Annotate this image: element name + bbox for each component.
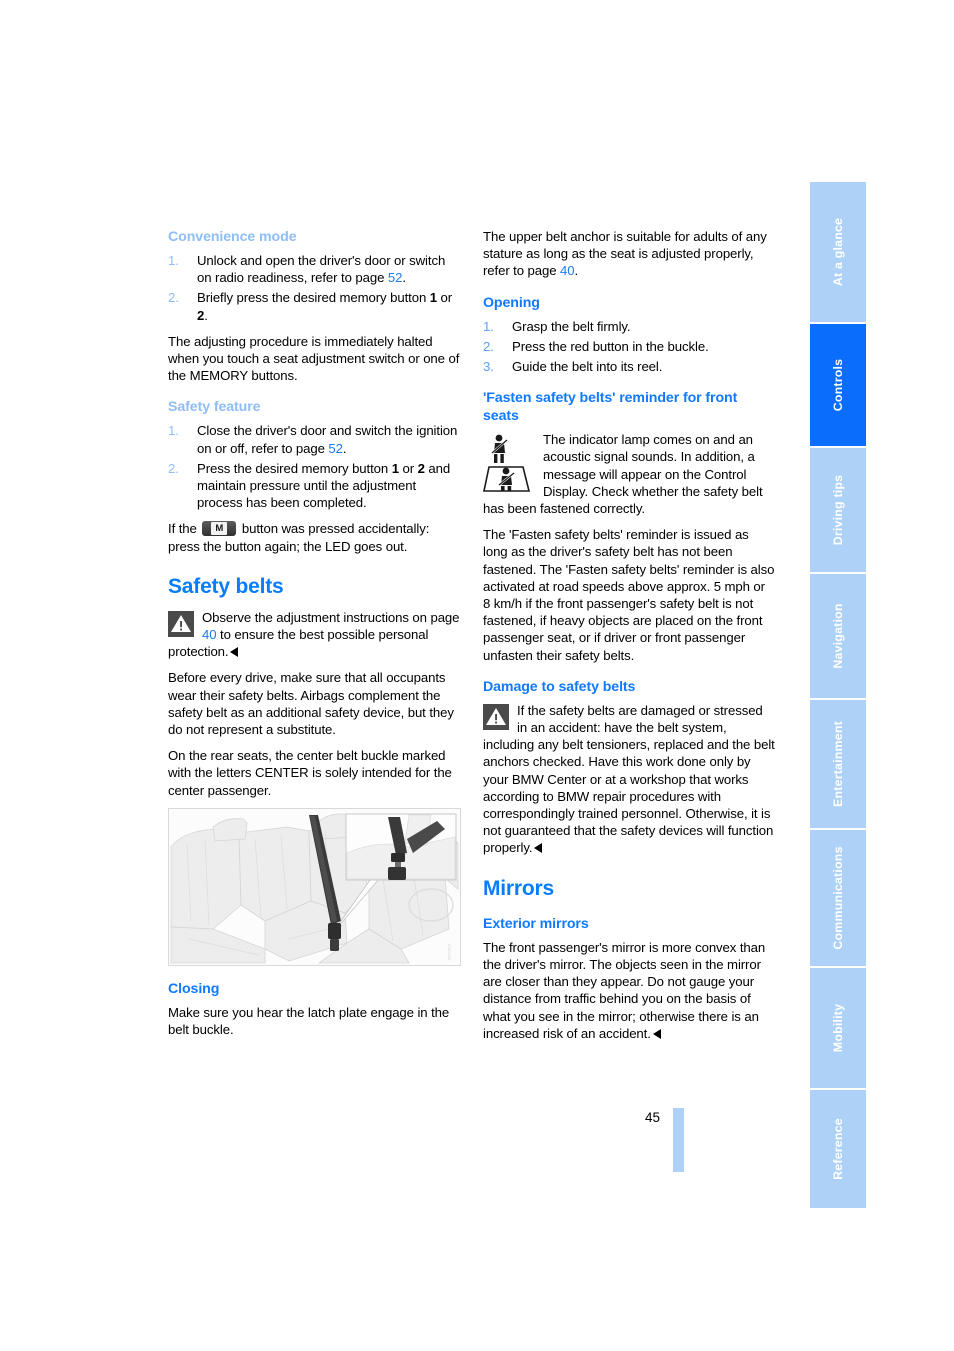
tab-label: Entertainment bbox=[831, 721, 845, 807]
tab-label: At a glance bbox=[831, 217, 845, 287]
heading-opening: Opening bbox=[483, 294, 540, 311]
safety-belts-warning: Observe the adjustment instructions on p… bbox=[168, 609, 460, 661]
damage-warning: If the safety belts are damaged or stres… bbox=[483, 702, 775, 857]
list-item: 2. Press the red button in the buckle. bbox=[483, 338, 775, 355]
left-column: Convenience mode 1. Unlock and open the … bbox=[168, 228, 461, 1047]
tab-entertainment[interactable]: Entertainment bbox=[810, 700, 866, 830]
convenience-mode-body: The adjusting procedure is immediately h… bbox=[168, 333, 460, 384]
warning-triangle-icon bbox=[483, 703, 509, 730]
damage-warning-text: If the safety belts are damaged or stres… bbox=[483, 702, 775, 857]
warning-triangle-icon bbox=[168, 610, 194, 637]
tab-reference[interactable]: Reference bbox=[810, 1090, 866, 1208]
page-reference[interactable]: 52 bbox=[388, 270, 403, 285]
warning-end-marker bbox=[230, 647, 239, 658]
tab-label: Navigation bbox=[831, 603, 845, 669]
tab-communications[interactable]: Communications bbox=[810, 830, 866, 968]
page-reference[interactable]: 52 bbox=[328, 441, 343, 456]
list-item: 1. Unlock and open the driver's door or … bbox=[168, 252, 460, 286]
list-text: Close the driver's door and switch the i… bbox=[197, 423, 457, 455]
list-number: 2. bbox=[483, 338, 494, 354]
figure-id: CS0102 bbox=[447, 944, 452, 961]
heading-mirrors: Mirrors bbox=[483, 876, 554, 900]
closing-body: Make sure you hear the latch plate engag… bbox=[168, 1004, 450, 1038]
tab-label: Mobility bbox=[831, 1003, 845, 1053]
list-item: 3. Guide the belt into its reel. bbox=[483, 358, 775, 375]
page-reference[interactable]: 40 bbox=[560, 263, 575, 278]
warning-text-before: Observe the adjustment instructions on p… bbox=[202, 609, 460, 625]
exterior-mirrors-text: The front passenger's mirror is more con… bbox=[483, 939, 766, 1041]
memory-button-label: M bbox=[211, 522, 228, 536]
list-text: Grasp the belt firmly. bbox=[512, 318, 631, 334]
memory-button-icon: M bbox=[202, 521, 237, 537]
heading-safety-belts: Safety belts bbox=[168, 574, 284, 598]
list-text: Briefly press the desired memory button … bbox=[197, 290, 453, 323]
list-number: 2. bbox=[168, 460, 179, 476]
intro-text-after: . bbox=[574, 263, 579, 279]
list-item: 1. Grasp the belt firmly. bbox=[483, 318, 775, 335]
note-text-before: If the bbox=[168, 521, 201, 537]
heading-closing: Closing bbox=[168, 980, 220, 997]
heading-exterior-mirrors: Exterior mirrors bbox=[483, 915, 589, 932]
tab-at-a-glance[interactable]: At a glance bbox=[810, 182, 866, 324]
step-text-end: . bbox=[402, 270, 406, 286]
list-text: Press the desired memory button 1 or 2 a… bbox=[197, 460, 451, 511]
exterior-mirrors-body: The front passenger's mirror is more con… bbox=[483, 939, 775, 1042]
page-reference[interactable]: 40 bbox=[202, 627, 217, 642]
fasten-reminder-note: The indicator lamp comes on and an acous… bbox=[483, 431, 775, 517]
list-number: 2. bbox=[168, 290, 179, 306]
tab-driving-tips[interactable]: Driving tips bbox=[810, 448, 866, 574]
belt-anchor-intro: The upper belt anchor is suitable for ad… bbox=[483, 228, 775, 280]
safety-feature-steps: 1. Close the driver's door and switch th… bbox=[168, 422, 460, 511]
tab-controls[interactable]: Controls bbox=[810, 324, 866, 448]
list-item: 1. Close the driver's door and switch th… bbox=[168, 422, 460, 456]
list-number: 1. bbox=[168, 423, 179, 439]
rear-seat-belt-illustration: CS0102 bbox=[168, 807, 461, 966]
list-number: 1. bbox=[168, 253, 179, 268]
heading-safety-feature: Safety feature bbox=[168, 399, 261, 416]
safety-belts-para1: Before every drive, make sure that all o… bbox=[168, 670, 454, 738]
step-text-end: . bbox=[342, 440, 347, 456]
list-item: 2. Briefly press the desired memory butt… bbox=[168, 289, 460, 323]
warning-end-marker bbox=[534, 843, 543, 854]
warning-text: Observe the adjustment instructions on p… bbox=[168, 609, 460, 661]
heading-fasten-reminder: 'Fasten safety belts' reminder for front… bbox=[483, 390, 738, 425]
convenience-mode-steps: 1. Unlock and open the driver's door or … bbox=[168, 252, 460, 324]
chapter-tab-strip: At a glance Controls Driving tips Naviga… bbox=[810, 182, 866, 1208]
list-text: Press the red button in the buckle. bbox=[512, 338, 709, 354]
tab-label: Driving tips bbox=[831, 474, 845, 546]
tab-navigation[interactable]: Navigation bbox=[810, 574, 866, 700]
heading-damage-to-safety-belts: Damage to safety belts bbox=[483, 678, 636, 695]
tab-label: Reference bbox=[831, 1118, 845, 1180]
opening-steps: 1. Grasp the belt firmly. 2. Press the r… bbox=[483, 318, 775, 376]
tab-label: Communications bbox=[831, 846, 845, 950]
memory-button-note: If the M button was pressed accidentally… bbox=[168, 520, 460, 554]
seatbelt-reminder-icon bbox=[483, 433, 535, 493]
list-text: Unlock and open the driver's door or swi… bbox=[197, 253, 445, 285]
heading-convenience-mode: Convenience mode bbox=[168, 229, 297, 245]
page-number: 45 bbox=[645, 1110, 661, 1125]
fasten-reminder-body: The 'Fasten safety belts' reminder is is… bbox=[483, 527, 775, 663]
damage-warning-body: If the safety belts are damaged or stres… bbox=[483, 702, 775, 856]
warning-end-marker bbox=[652, 1028, 661, 1039]
step-text: Unlock and open the driver's door or swi… bbox=[197, 253, 446, 286]
manual-page: Convenience mode 1. Unlock and open the … bbox=[0, 0, 954, 1351]
page-marker-bar bbox=[673, 1108, 684, 1172]
intro-text-before: The upper belt anchor is suitable for ad… bbox=[483, 229, 767, 279]
list-number: 1. bbox=[483, 318, 494, 334]
tab-label: Controls bbox=[831, 358, 845, 412]
tab-mobility[interactable]: Mobility bbox=[810, 968, 866, 1090]
list-number: 3. bbox=[483, 359, 494, 375]
safety-belts-para2: On the rear seats, the center belt buckl… bbox=[168, 748, 452, 798]
right-column: The upper belt anchor is suitable for ad… bbox=[483, 228, 775, 1051]
list-text: Guide the belt into its reel. bbox=[512, 359, 663, 375]
list-item: 2. Press the desired memory button 1 or … bbox=[168, 460, 460, 512]
